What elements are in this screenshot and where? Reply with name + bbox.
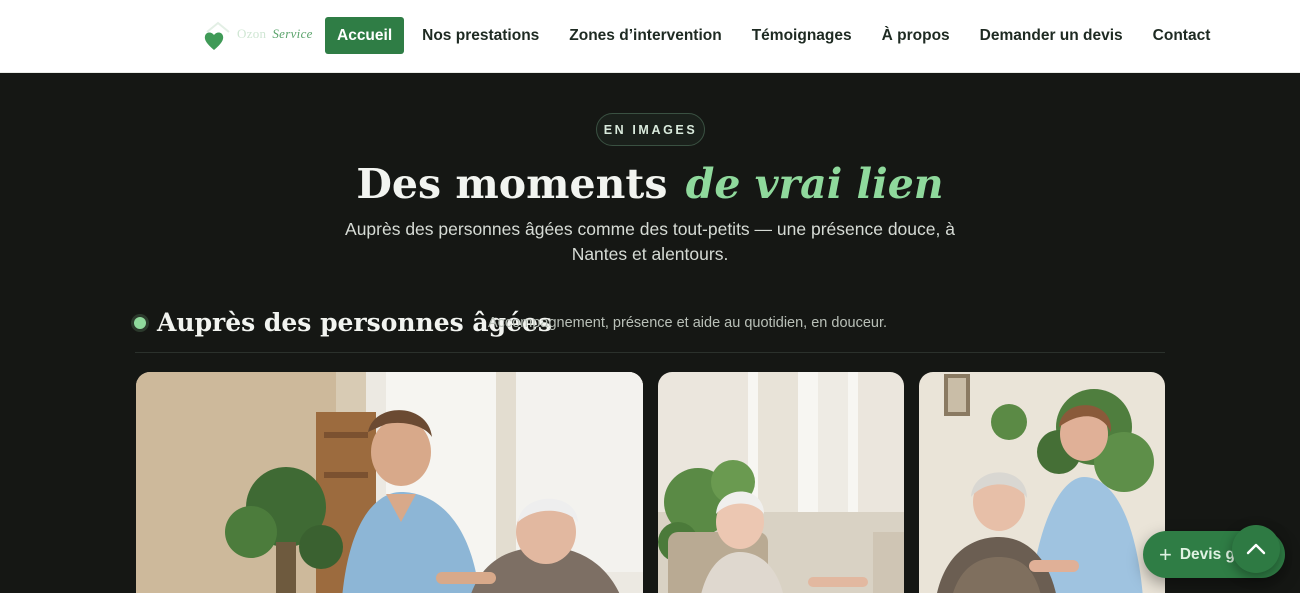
scroll-to-top-button[interactable]	[1232, 525, 1280, 573]
chevron-up-icon	[1246, 543, 1266, 555]
nav-item-zones[interactable]: Zones d’intervention	[557, 17, 733, 54]
top-navigation: Ozon Service Accueil Nos prestations Zone…	[0, 0, 1300, 73]
main-menu: Accueil Nos prestations Zones d’interven…	[325, 17, 1228, 54]
brand-name: Ozon Service	[237, 26, 313, 41]
photo-caregiver-with-elderly-man	[136, 372, 643, 593]
gallery-photo-1[interactable]	[136, 372, 643, 593]
hero-title-main: Des moments	[356, 160, 668, 208]
hero-subtitle: Auprès des personnes âgées comme des tou…	[345, 219, 955, 264]
nav-item-accueil[interactable]: Accueil	[325, 17, 405, 54]
nav-item-devis[interactable]: Demander un devis	[968, 17, 1135, 54]
section-dot-icon	[134, 317, 146, 329]
photo-caregiver-holding-hands-elderly-woman	[919, 372, 1165, 593]
nav-item-a-propos[interactable]: À propos	[870, 17, 962, 54]
gallery-photo-3[interactable]	[919, 372, 1165, 593]
section-description: Accompagnement, présence et aide au quot…	[488, 315, 888, 331]
brand-logo[interactable]: Ozon Service	[203, 20, 313, 54]
section-divider	[135, 352, 1165, 353]
plus-icon: +	[1159, 541, 1172, 567]
section-badge: EN IMAGES	[596, 113, 705, 146]
hero-title: Des moments de vrai lien	[0, 158, 1300, 210]
nav-item-contact[interactable]: Contact	[1141, 17, 1223, 54]
nav-item-prestations[interactable]: Nos prestations	[410, 17, 551, 54]
hero-title-accent: de vrai lien	[685, 160, 944, 208]
gallery-photo-2[interactable]	[658, 372, 904, 593]
photo-elderly-woman-at-window	[658, 372, 904, 593]
nav-item-temoignages[interactable]: Témoignages	[740, 17, 864, 54]
heart-house-icon	[204, 21, 230, 50]
